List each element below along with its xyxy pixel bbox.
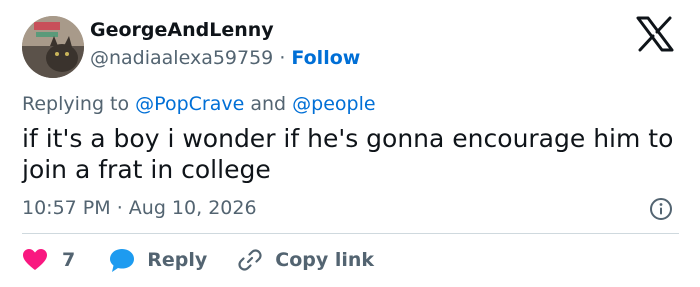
replying-to: Replying to @PopCrave and @people — [22, 93, 376, 115]
display-name[interactable]: GeorgeAndLenny — [90, 19, 274, 41]
copy-link-label: Copy link — [275, 249, 375, 271]
tweet-text: if it's a boy i wonder if he's gonna enc… — [22, 124, 674, 184]
reply-label: Reply — [147, 249, 208, 271]
heart-icon — [23, 249, 47, 270]
divider — [22, 233, 679, 234]
mention-link[interactable]: @people — [292, 93, 375, 115]
tweet-time: 10:57 PM — [22, 197, 111, 219]
timestamp[interactable]: 10:57 PM · Aug 10, 2026 — [22, 197, 257, 219]
reply-bubble-icon — [110, 248, 135, 272]
like-count: 7 — [62, 249, 76, 271]
copy-link-button[interactable]: Copy link — [237, 247, 374, 273]
reply-button[interactable]: Reply — [109, 248, 207, 273]
timestamp-separator: · — [116, 197, 123, 219]
handle-line: @nadiaalexa59759 · Follow — [90, 47, 360, 69]
follow-button[interactable]: Follow — [291, 47, 360, 69]
link-icon — [238, 249, 262, 271]
info-icon[interactable] — [649, 197, 673, 221]
like-button[interactable]: 7 — [22, 248, 75, 272]
mention-link[interactable]: @PopCrave — [135, 93, 244, 115]
replying-to-conjunction: and — [250, 93, 287, 115]
avatar-image — [22, 16, 84, 78]
handle-separator: · — [279, 47, 286, 69]
action-bar: 7 Reply Copy link — [22, 246, 374, 274]
x-logo-icon[interactable] — [636, 16, 674, 52]
tweet-date: Aug 10, 2026 — [128, 197, 257, 219]
user-handle[interactable]: @nadiaalexa59759 — [90, 47, 273, 69]
avatar[interactable] — [22, 16, 84, 78]
replying-to-prefix: Replying to — [22, 93, 130, 115]
